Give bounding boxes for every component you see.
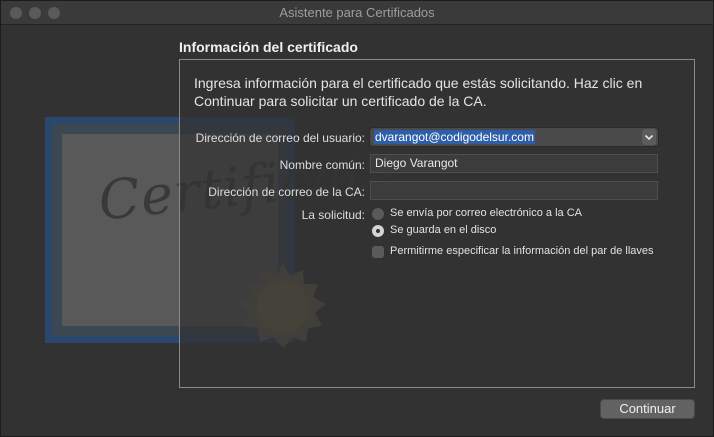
user-email-value[interactable]: dvarangot@codigodelsur.com [374,130,535,144]
window-title: Asistente para Certificados [279,5,435,20]
user-email-label: Dirección de correo del usuario: [195,131,365,145]
common-name-label: Nombre común: [279,158,365,172]
title-bar: Asistente para Certificados [1,1,713,25]
intro-text: Ingresa información para el certificado … [194,75,643,109]
ca-email-label: Dirección de correo de la CA: [208,185,365,199]
request-label: La solicitud: [301,208,365,222]
continue-button[interactable]: Continuar [600,399,695,419]
checkbox-icon[interactable] [372,246,384,258]
option-email-label: Se envía por correo electrónico a la CA [390,207,582,219]
ca-email-field[interactable] [370,181,658,200]
option-keypair-label: Permitirme especificar la información de… [390,245,654,257]
common-name-field[interactable]: Diego Varangot [370,154,658,173]
radio-on-icon[interactable] [372,225,384,237]
option-disk-label: Se guarda en el disco [390,224,497,236]
chevron-down-icon[interactable] [642,129,656,145]
page-heading: Información del certificado [179,39,358,55]
user-email-combobox[interactable]: dvarangot@codigodelsur.com [369,127,659,147]
radio-off-icon[interactable] [372,208,384,220]
certificate-assistant-window: Asistente para Certificados Certificate … [0,0,714,437]
